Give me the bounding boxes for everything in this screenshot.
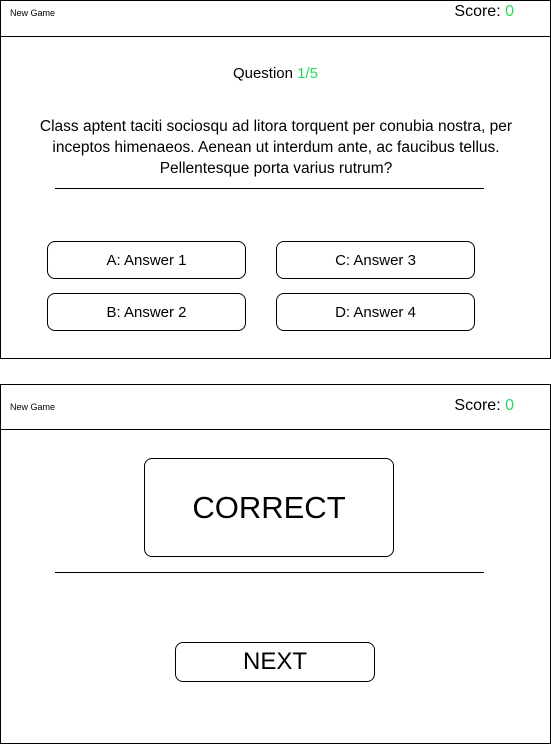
- result-screen: New Game Score: 0 CORRECT NEXT: [0, 384, 551, 744]
- score-label: Score:: [454, 397, 501, 414]
- question-text: Class aptent taciti sociosqu ad litora t…: [39, 118, 513, 177]
- answer-c-button[interactable]: C: Answer 3: [276, 241, 475, 279]
- score-display: Score: 0: [454, 3, 514, 21]
- new-game-link[interactable]: New Game: [10, 8, 55, 18]
- score-value: 0: [505, 3, 514, 20]
- next-button[interactable]: NEXT: [175, 642, 375, 682]
- result-message: CORRECT: [144, 458, 394, 557]
- header-bar: New Game Score: 0: [1, 385, 550, 430]
- question-title: Question 1/5: [1, 65, 550, 82]
- question-screen: New Game Score: 0 Question 1/5 Class apt…: [0, 0, 551, 359]
- answer-a-button[interactable]: A: Answer 1: [47, 241, 246, 279]
- divider: [55, 188, 484, 189]
- score-value: 0: [505, 397, 514, 414]
- answer-b-button[interactable]: B: Answer 2: [47, 293, 246, 331]
- question-label: Question: [232, 65, 293, 82]
- new-game-link[interactable]: New Game: [10, 402, 55, 412]
- score-label: Score:: [454, 3, 501, 20]
- question-number: 1/5: [297, 65, 319, 82]
- header-bar: New Game Score: 0: [1, 1, 550, 37]
- result-text: CORRECT: [192, 489, 346, 525]
- divider: [55, 572, 484, 573]
- answer-d-button[interactable]: D: Answer 4: [276, 293, 475, 331]
- score-display: Score: 0: [454, 397, 514, 415]
